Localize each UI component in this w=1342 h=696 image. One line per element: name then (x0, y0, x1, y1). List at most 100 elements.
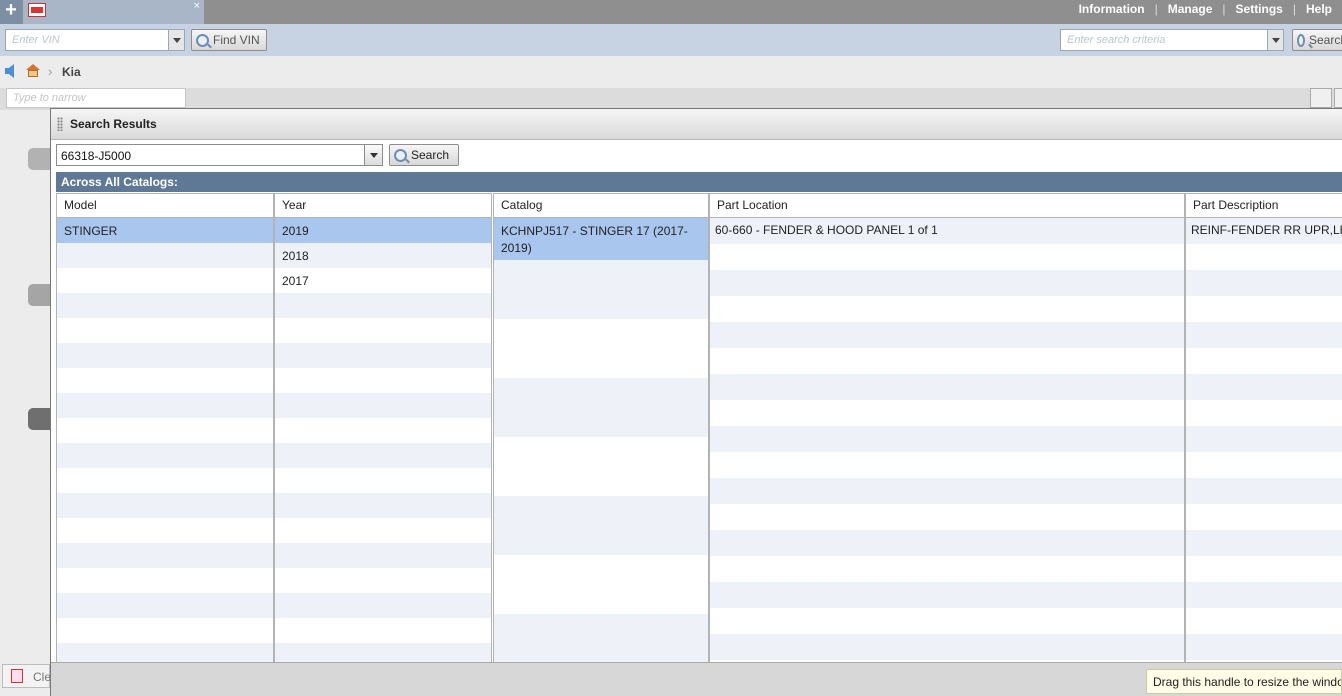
chevron-down-icon[interactable] (1267, 30, 1283, 50)
year-row-empty (275, 418, 491, 443)
year-row-empty (275, 493, 491, 518)
search-icon (1297, 33, 1305, 47)
top-bar: + × Information | Manage | Settings | Help (0, 0, 1342, 24)
column-header-catalog[interactable]: Catalog (494, 194, 708, 218)
vin-input[interactable]: Enter VIN (5, 29, 185, 51)
find-vin-button[interactable]: Find VIN (191, 29, 267, 51)
dialog-title: Search Results (70, 117, 157, 131)
location-row-empty (710, 374, 1184, 400)
location-row-empty (710, 504, 1184, 530)
vehicle-thumbnail[interactable] (28, 148, 50, 170)
description-row-empty (1186, 400, 1342, 426)
location-row[interactable]: 60-660 - FENDER & HOOD PANEL 1 of 1 (710, 218, 1184, 244)
catalog-list: Catalog KCHNPJ517 - STINGER 17 (2017-201… (493, 193, 709, 689)
vehicle-thumbnail[interactable] (28, 284, 50, 306)
menu-help[interactable]: Help (1296, 2, 1342, 16)
catalog-row-empty (494, 437, 708, 496)
model-rows: STINGER (57, 218, 273, 688)
location-row-empty (710, 244, 1184, 270)
global-search-label: Search (1308, 33, 1342, 47)
part-search-input[interactable]: 66318-J5000 (56, 144, 383, 166)
bottom-tab[interactable]: Cle (2, 664, 52, 688)
year-row-empty (275, 368, 491, 393)
model-row-empty (57, 368, 273, 393)
narrow-filter-input[interactable]: Type to narrow (6, 88, 186, 108)
grid-view-icon[interactable] (1310, 88, 1332, 108)
part-search-value[interactable]: 66318-J5000 (61, 149, 131, 163)
chevron-down-icon[interactable] (168, 30, 184, 50)
column-header-model[interactable]: Model (57, 194, 273, 218)
view-toggle[interactable] (1310, 88, 1342, 108)
description-row[interactable]: REINF-FENDER RR UPR,LH (1186, 218, 1342, 244)
model-row-empty (57, 293, 273, 318)
back-arrow-icon[interactable] (5, 64, 14, 78)
year-rows: 2019 2018 2017 (275, 218, 491, 688)
year-row-empty (275, 443, 491, 468)
list-view-icon[interactable] (1334, 88, 1342, 108)
description-row-empty (1186, 244, 1342, 270)
description-row-empty (1186, 452, 1342, 478)
menu-manage[interactable]: Manage (1158, 2, 1223, 16)
year-row-empty (275, 468, 491, 493)
year-row[interactable]: 2019 (275, 218, 491, 243)
location-row-empty (710, 296, 1184, 322)
resize-tooltip: Drag this handle to resize the window (1146, 669, 1342, 694)
model-row[interactable]: STINGER (57, 218, 273, 243)
catalog-rows: KCHNPJ517 - STINGER 17 (2017-2019) (494, 218, 708, 688)
description-row-empty (1186, 322, 1342, 348)
model-row-empty (57, 543, 273, 568)
chevron-right-icon: › (48, 64, 53, 79)
dialog-header[interactable]: Search Results (51, 109, 1342, 140)
model-row-empty (57, 418, 273, 443)
menu-settings[interactable]: Settings (1226, 2, 1293, 16)
part-search-label: Search (411, 148, 450, 162)
top-menu: Information | Manage | Settings | Help (1069, 0, 1342, 18)
model-row-empty (57, 468, 273, 493)
description-row-empty (1186, 530, 1342, 556)
tab-kia[interactable]: × (23, 0, 204, 24)
column-header-part-location[interactable]: Part Location (710, 194, 1184, 218)
chevron-down-icon[interactable] (364, 145, 382, 165)
location-row-empty (710, 348, 1184, 374)
catalog-row[interactable]: KCHNPJ517 - STINGER 17 (2017-2019) (494, 218, 708, 260)
year-row-empty (275, 343, 491, 368)
model-list: Model STINGER (56, 193, 274, 689)
year-row-empty (275, 618, 491, 643)
catalog-row-empty (494, 555, 708, 614)
year-row-empty (275, 293, 491, 318)
vehicle-thumbnail[interactable] (28, 408, 50, 430)
model-row-empty (57, 493, 273, 518)
search-results-dialog: Search Results 66318-J5000 Search Across… (50, 108, 1342, 696)
description-row-empty (1186, 374, 1342, 400)
drag-grip-icon[interactable] (57, 117, 63, 131)
year-row[interactable]: 2017 (275, 268, 491, 293)
year-list: Year 2019 2018 2017 (274, 193, 492, 689)
model-row-empty (57, 568, 273, 593)
description-row-empty (1186, 608, 1342, 634)
description-row-empty (1186, 504, 1342, 530)
search-icon (394, 148, 407, 162)
tab-close-icon[interactable]: × (194, 0, 200, 12)
bottom-tab-label: Cle (33, 670, 52, 684)
menu-information[interactable]: Information (1069, 2, 1155, 16)
year-row-empty (275, 543, 491, 568)
catalog-row-empty (494, 496, 708, 555)
location-row-empty (710, 478, 1184, 504)
global-search-button[interactable]: Search (1292, 29, 1342, 51)
home-icon[interactable] (26, 64, 40, 77)
location-row-empty (710, 556, 1184, 582)
location-row-empty (710, 400, 1184, 426)
add-tab-button[interactable]: + (0, 0, 22, 24)
year-row[interactable]: 2018 (275, 243, 491, 268)
location-row-empty (710, 452, 1184, 478)
breadcrumb-current[interactable]: Kia (62, 65, 81, 79)
part-search-button[interactable]: Search (389, 144, 459, 166)
description-rows: REINF-FENDER RR UPR,LH (1186, 218, 1342, 688)
column-header-year[interactable]: Year (275, 194, 491, 218)
search-criteria-input[interactable]: Enter search criteria (1060, 29, 1284, 51)
model-row-empty (57, 518, 273, 543)
dialog-body: 66318-J5000 Search Across All Catalogs: … (51, 140, 1342, 689)
year-row-empty (275, 393, 491, 418)
column-header-part-description[interactable]: Part Description (1186, 194, 1342, 218)
location-row-empty (710, 634, 1184, 660)
